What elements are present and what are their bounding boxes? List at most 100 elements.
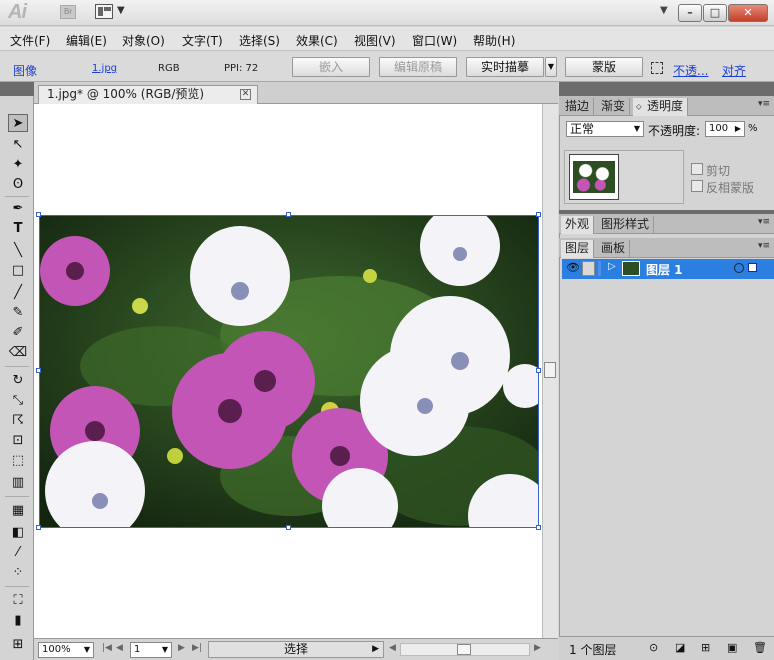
close-tab-icon[interactable]: ✕: [240, 89, 251, 100]
handle-bottom-left[interactable]: [36, 525, 41, 530]
opacity-input[interactable]: 100 ▶: [705, 121, 745, 137]
new-sublayer-icon[interactable]: ⊞: [701, 641, 710, 654]
layer-name[interactable]: 图层 1: [646, 261, 683, 278]
eyedropper-tool-icon[interactable]: ⁄: [8, 544, 28, 562]
document-tab[interactable]: 1.jpg* @ 100% (RGB/预览) ✕: [38, 85, 258, 104]
minimize-button[interactable]: –: [678, 4, 702, 22]
tab-layers[interactable]: 图层: [561, 240, 595, 258]
rectangle-tool-icon[interactable]: □: [8, 262, 28, 280]
horizontal-scroll-thumb[interactable]: [457, 644, 471, 655]
panel-menu-icon[interactable]: ▾≡: [758, 241, 770, 251]
linked-file-link[interactable]: 1.jpg: [92, 63, 117, 74]
last-artboard-icon[interactable]: ▶|: [192, 643, 202, 653]
make-clipping-mask-icon[interactable]: ◪: [675, 641, 685, 654]
embed-button[interactable]: 嵌入: [292, 57, 370, 77]
type-tool-icon[interactable]: T: [8, 220, 28, 238]
layer-row[interactable]: 👁 ▷ 图层 1: [562, 259, 774, 279]
tab-artboards[interactable]: 画板: [597, 240, 631, 258]
selection-tool-icon[interactable]: ➤: [8, 114, 28, 132]
clip-checkbox[interactable]: [691, 163, 703, 175]
scroll-left-icon[interactable]: ◀: [389, 643, 396, 653]
locate-object-icon[interactable]: ⊙: [649, 641, 658, 654]
eraser-tool-icon[interactable]: ⌫: [8, 344, 28, 362]
status-menu[interactable]: 选择 ▶: [208, 641, 384, 658]
visibility-eye-icon[interactable]: 👁: [566, 261, 580, 274]
previous-artboard-icon[interactable]: ◀: [116, 643, 123, 653]
vertical-scroll-thumb[interactable]: [544, 362, 556, 378]
blend-mode-select[interactable]: 正常 ▼: [566, 121, 644, 137]
chevron-down-icon[interactable]: ▼: [117, 5, 125, 16]
tab-stroke[interactable]: 描边: [561, 98, 595, 116]
handle-bottom-center[interactable]: [286, 525, 291, 530]
transform-icon[interactable]: [651, 62, 663, 74]
menu-help[interactable]: 帮助(H): [473, 32, 515, 49]
gradient-tool-icon[interactable]: ◧: [8, 524, 28, 542]
trace-options-dropdown[interactable]: ▼: [545, 57, 557, 77]
horizontal-scrollbar[interactable]: [400, 643, 530, 656]
handle-middle-left[interactable]: [36, 368, 41, 373]
arrange-documents-icon[interactable]: [95, 4, 113, 19]
handle-middle-right[interactable]: [536, 368, 541, 373]
lasso-tool-icon[interactable]: ʘ: [8, 176, 28, 194]
tab-appearance[interactable]: 外观: [561, 216, 595, 234]
magic-wand-tool-icon[interactable]: ✦: [8, 156, 28, 174]
lock-toggle[interactable]: [582, 261, 595, 276]
new-layer-icon[interactable]: ▣: [727, 641, 737, 654]
warp-tool-icon[interactable]: ☈: [8, 412, 28, 430]
paintbrush-tool-icon[interactable]: ╱: [8, 284, 28, 302]
tab-transparency[interactable]: ⬦ 透明度: [633, 98, 689, 116]
edit-original-button[interactable]: 编辑原稿: [379, 57, 457, 77]
graph-tool-icon[interactable]: ▥: [8, 474, 28, 492]
tab-gradient[interactable]: 渐变: [597, 98, 631, 116]
pen-tool-icon[interactable]: ✒: [8, 200, 28, 218]
line-tool-icon[interactable]: ╲: [8, 242, 28, 260]
menu-select[interactable]: 选择(S): [239, 32, 280, 49]
bridge-button[interactable]: Br: [60, 5, 76, 19]
selection-indicator[interactable]: [748, 263, 757, 272]
menu-edit[interactable]: 编辑(E): [66, 32, 107, 49]
maximize-button[interactable]: □: [703, 4, 727, 22]
scale-tool-icon[interactable]: ⤡: [8, 392, 28, 410]
panel-dock-header[interactable]: [559, 82, 774, 96]
align-link[interactable]: 对齐: [722, 62, 746, 79]
tab-graphic-styles[interactable]: 图形样式: [597, 216, 655, 234]
blob-brush-tool-icon[interactable]: ✐: [8, 324, 28, 342]
menu-view[interactable]: 视图(V): [354, 32, 396, 49]
panel-menu-icon[interactable]: ▾≡: [758, 217, 770, 227]
opacity-link[interactable]: 不透...: [673, 62, 708, 79]
handle-bottom-right[interactable]: [536, 525, 541, 530]
expand-arrow-icon[interactable]: ▷: [608, 261, 616, 272]
invert-mask-checkbox[interactable]: [691, 180, 703, 192]
menu-effect[interactable]: 效果(C): [296, 32, 338, 49]
live-trace-button[interactable]: 实时描摹: [466, 57, 544, 77]
delete-layer-icon[interactable]: 🗑: [753, 641, 767, 654]
shape-builder-tool-icon[interactable]: ⬚: [8, 452, 28, 470]
workspace-switcher-icon[interactable]: ▼: [660, 5, 668, 16]
panel-menu-icon[interactable]: ▾≡: [758, 99, 770, 109]
artboard-select[interactable]: 1 ▼: [130, 642, 172, 658]
column-graph-tool-icon[interactable]: ▮: [8, 612, 28, 630]
pencil-tool-icon[interactable]: ✎: [8, 304, 28, 322]
menu-file[interactable]: 文件(F): [10, 32, 50, 49]
menu-window[interactable]: 窗口(W): [412, 32, 457, 49]
free-transform-tool-icon[interactable]: ⊡: [8, 432, 28, 450]
placed-image[interactable]: [39, 215, 539, 528]
handle-top-right[interactable]: [536, 212, 541, 217]
toolbox-header[interactable]: [0, 82, 34, 96]
zoom-select[interactable]: 100% ▼: [38, 642, 94, 658]
artwork-thumbnail[interactable]: [569, 154, 619, 200]
scroll-right-icon[interactable]: ▶: [534, 643, 541, 653]
menu-type[interactable]: 文字(T): [182, 32, 223, 49]
direct-selection-tool-icon[interactable]: ↖: [8, 136, 28, 154]
target-circle-icon[interactable]: [734, 263, 744, 273]
handle-top-center[interactable]: [286, 212, 291, 217]
mask-button[interactable]: 蒙版: [565, 57, 643, 77]
symbol-sprayer-tool-icon[interactable]: ⛶: [8, 592, 28, 610]
next-artboard-icon[interactable]: ▶: [178, 643, 185, 653]
artboard-tool-icon[interactable]: ⊞: [8, 636, 28, 654]
close-button[interactable]: ✕: [728, 4, 768, 22]
menu-object[interactable]: 对象(O): [122, 32, 165, 49]
blend-tool-icon[interactable]: ⁘: [8, 564, 28, 582]
first-artboard-icon[interactable]: |◀: [102, 643, 112, 653]
handle-top-left[interactable]: [36, 212, 41, 217]
